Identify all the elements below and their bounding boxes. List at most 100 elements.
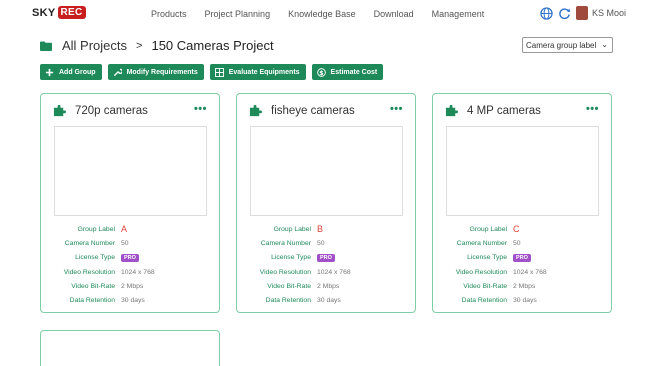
more-icon[interactable]: ••• xyxy=(586,103,599,115)
property-label: License Type xyxy=(75,254,115,262)
logo-rec: REC xyxy=(57,6,86,19)
plus-icon xyxy=(45,68,54,76)
right-tools: KS Mooi xyxy=(540,6,626,20)
page-title: 150 Cameras Project xyxy=(151,38,274,53)
camera-number-value: 50 xyxy=(317,239,325,247)
modify-requirements-button[interactable]: Modify Requirements xyxy=(107,64,204,80)
camera-number-value: 50 xyxy=(121,239,129,247)
property-row: License Type PRO xyxy=(433,251,613,265)
group-card[interactable]: fisheye cameras ••• Group Label B Camera … xyxy=(236,93,416,313)
license-badge: PRO xyxy=(317,253,335,262)
video-bitrate-value: 2 Mbps xyxy=(317,282,340,290)
grid-icon xyxy=(214,67,224,77)
menu-item-knowledge-base[interactable]: Knowledge Base xyxy=(288,9,356,19)
card-title: 720p cameras xyxy=(75,104,148,117)
property-row: Video Bit-Rate 2 Mbps xyxy=(433,279,613,293)
property-label: Video Resolution xyxy=(259,268,311,276)
property-row: License Type PRO xyxy=(41,251,221,265)
video-bitrate-value: 2 Mbps xyxy=(121,282,144,290)
card-preview xyxy=(250,126,403,216)
estimate-cost-label: Estimate Cost xyxy=(330,68,378,76)
user-name[interactable]: KS Mooi xyxy=(592,8,626,18)
svg-text:$: $ xyxy=(319,69,323,76)
globe-icon[interactable] xyxy=(540,6,553,20)
breadcrumb: All Projects > 150 Cameras Project xyxy=(40,38,274,53)
property-row: Camera Number 50 xyxy=(41,236,221,250)
card-title: fisheye cameras xyxy=(271,104,355,117)
video-bitrate-value: 2 Mbps xyxy=(513,282,536,290)
add-group-label: Add Group xyxy=(59,68,96,76)
card-header: 720p cameras xyxy=(53,104,148,117)
menu-item-management[interactable]: Management xyxy=(432,9,485,19)
property-row: Video Resolution 1024 x 768 xyxy=(237,265,417,279)
property-row: Camera Number 50 xyxy=(237,236,417,250)
license-badge: PRO xyxy=(513,253,531,262)
property-row: Data Retention 30 days xyxy=(237,293,417,307)
breadcrumb-all-projects[interactable]: All Projects xyxy=(62,38,127,53)
video-resolution-value: 1024 x 768 xyxy=(513,268,547,276)
property-label: Group Label xyxy=(469,225,507,233)
toolbar: Add Group Modify Requirements Evaluate E… xyxy=(40,64,389,80)
license-badge: PRO xyxy=(121,253,139,262)
property-row: Data Retention 30 days xyxy=(41,293,221,307)
card-properties: Group Label C Camera Number 50 License Typ… xyxy=(433,222,613,308)
property-row: Camera Number 50 xyxy=(433,236,613,250)
property-row: Group Label A xyxy=(41,222,221,236)
property-label: Video Bit-Rate xyxy=(463,282,507,290)
estimate-cost-button[interactable]: $ Estimate Cost xyxy=(311,64,384,80)
group-card[interactable] xyxy=(40,330,220,366)
avatar[interactable] xyxy=(576,6,588,20)
property-row: Video Bit-Rate 2 Mbps xyxy=(41,279,221,293)
card-preview xyxy=(54,126,207,216)
puzzle-icon xyxy=(249,104,262,117)
chevron-down-icon: ⌄ xyxy=(601,40,608,49)
evaluate-equipments-button[interactable]: Evaluate Equipments xyxy=(209,64,306,80)
breadcrumb-separator: > xyxy=(136,39,143,52)
property-label: Camera Number xyxy=(456,239,507,247)
group-sort-select[interactable]: Camera group label ⌄ xyxy=(522,37,613,53)
property-row: Group Label B xyxy=(237,222,417,236)
more-icon[interactable]: ••• xyxy=(390,103,403,115)
data-retention-value: 30 days xyxy=(513,297,537,305)
video-resolution-value: 1024 x 768 xyxy=(121,268,155,276)
property-row: Video Bit-Rate 2 Mbps xyxy=(237,279,417,293)
card-properties: Group Label B Camera Number 50 License Typ… xyxy=(237,222,417,308)
property-label: Video Bit-Rate xyxy=(71,282,115,290)
video-resolution-value: 1024 x 768 xyxy=(317,268,351,276)
property-label: Data Retention xyxy=(69,297,115,305)
menu-item-project-planning[interactable]: Project Planning xyxy=(205,9,271,19)
property-row: Video Resolution 1024 x 768 xyxy=(433,265,613,279)
add-group-button[interactable]: Add Group xyxy=(40,64,102,80)
camera-number-value: 50 xyxy=(513,239,521,247)
card-header: fisheye cameras xyxy=(249,104,355,117)
refresh-icon[interactable] xyxy=(558,7,571,20)
card-preview xyxy=(446,126,599,216)
property-label: Camera Number xyxy=(260,239,311,247)
menu-item-download[interactable]: Download xyxy=(374,9,414,19)
property-row: Data Retention 30 days xyxy=(433,293,613,307)
property-row: License Type PRO xyxy=(237,251,417,265)
wrench-icon xyxy=(113,68,122,76)
more-icon[interactable]: ••• xyxy=(194,103,207,115)
card-properties: Group Label A Camera Number 50 License Typ… xyxy=(41,222,221,308)
data-retention-value: 30 days xyxy=(317,297,341,305)
puzzle-icon xyxy=(445,104,458,117)
property-row: Group Label C xyxy=(433,222,613,236)
logo[interactable]: SKY REC xyxy=(32,6,86,19)
property-label: Video Resolution xyxy=(455,268,507,276)
menu-item-products[interactable]: Products xyxy=(151,9,187,19)
group-label-value: A xyxy=(121,224,128,235)
group-card[interactable]: 4 MP cameras ••• Group Label C Camera Num… xyxy=(432,93,612,313)
dollar-icon: $ xyxy=(316,67,326,77)
property-label: Group Label xyxy=(273,225,311,233)
card-title: 4 MP cameras xyxy=(467,104,541,117)
group-sort-value: Camera group label xyxy=(526,40,597,50)
property-label: Video Resolution xyxy=(63,268,115,276)
logo-sky: SKY xyxy=(32,6,56,19)
property-row: Video Resolution 1024 x 768 xyxy=(41,265,221,279)
property-label: Camera Number xyxy=(64,239,115,247)
property-label: Data Retention xyxy=(461,297,507,305)
puzzle-icon xyxy=(53,104,66,117)
group-card[interactable]: 720p cameras ••• Group Label A Camera Num… xyxy=(40,93,220,313)
property-label: Group Label xyxy=(77,225,115,233)
